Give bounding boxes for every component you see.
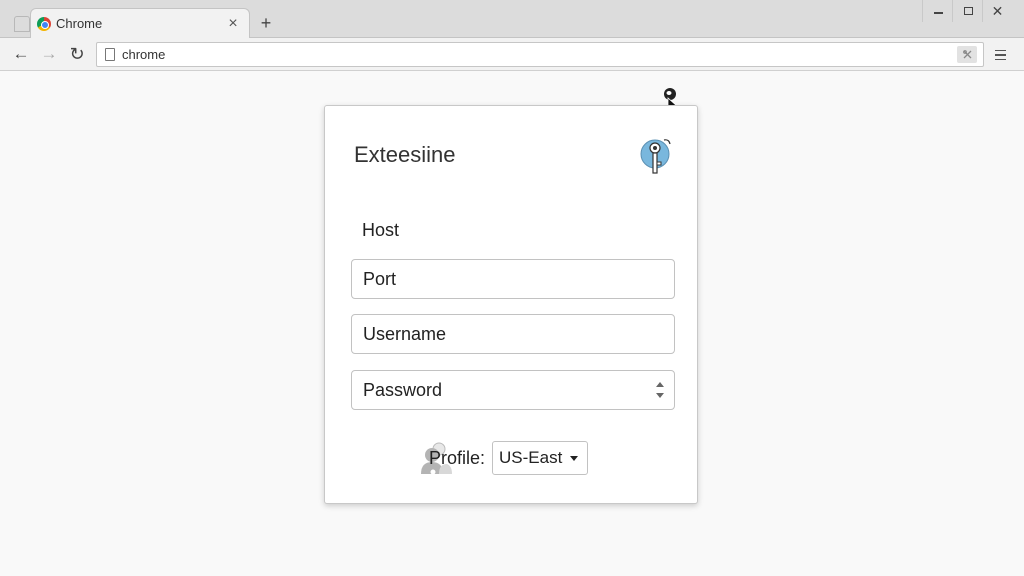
password-field[interactable]: Password	[351, 370, 675, 410]
hamburger-menu-icon[interactable]	[990, 45, 1010, 65]
minimize-button[interactable]	[922, 0, 954, 22]
chrome-logo-icon	[37, 16, 51, 31]
username-field[interactable]: Username	[351, 314, 675, 354]
maximize-button[interactable]	[952, 0, 984, 22]
maximize-icon	[964, 7, 973, 15]
background-tab[interactable]	[14, 16, 30, 32]
new-tab-button[interactable]: +	[256, 13, 276, 33]
page-icon	[105, 48, 115, 61]
active-tab[interactable]: Chrome ×	[30, 8, 250, 38]
extension-dialog: Exteesiine Host Port Username Password P…	[324, 105, 698, 504]
password-field-text: Password	[363, 379, 443, 400]
profile-row: Profile: US-East	[419, 441, 589, 475]
back-button[interactable]: ←	[10, 43, 32, 65]
chevron-down-icon	[570, 456, 579, 461]
port-field[interactable]: Port	[351, 259, 675, 299]
address-bar[interactable]: chrome	[96, 42, 984, 67]
profile-select-value: US-East	[499, 448, 563, 467]
tab-title: Chrome	[56, 16, 103, 31]
bookmark-icon[interactable]	[957, 46, 977, 63]
address-text[interactable]: chrome	[122, 47, 957, 62]
minimize-icon	[934, 12, 943, 14]
profile-select[interactable]: US-East	[492, 441, 589, 475]
stepper-icon[interactable]	[656, 382, 664, 398]
port-field-text: Port	[363, 268, 397, 289]
tab-close-icon[interactable]: ×	[225, 15, 241, 32]
tab-strip: Chrome × + ✕	[0, 0, 1024, 38]
username-field-text: Username	[363, 323, 447, 344]
browser-toolbar: ← → ↻ chrome	[0, 38, 1024, 71]
key-icon	[640, 139, 671, 174]
profile-label: Profile:	[429, 447, 486, 468]
forward-button[interactable]: →	[38, 43, 60, 65]
reload-button[interactable]: ↻	[66, 43, 88, 65]
dialog-title: Exteesiine	[354, 142, 456, 167]
close-window-button[interactable]: ✕	[982, 0, 1012, 22]
host-label: Host	[362, 220, 400, 240]
